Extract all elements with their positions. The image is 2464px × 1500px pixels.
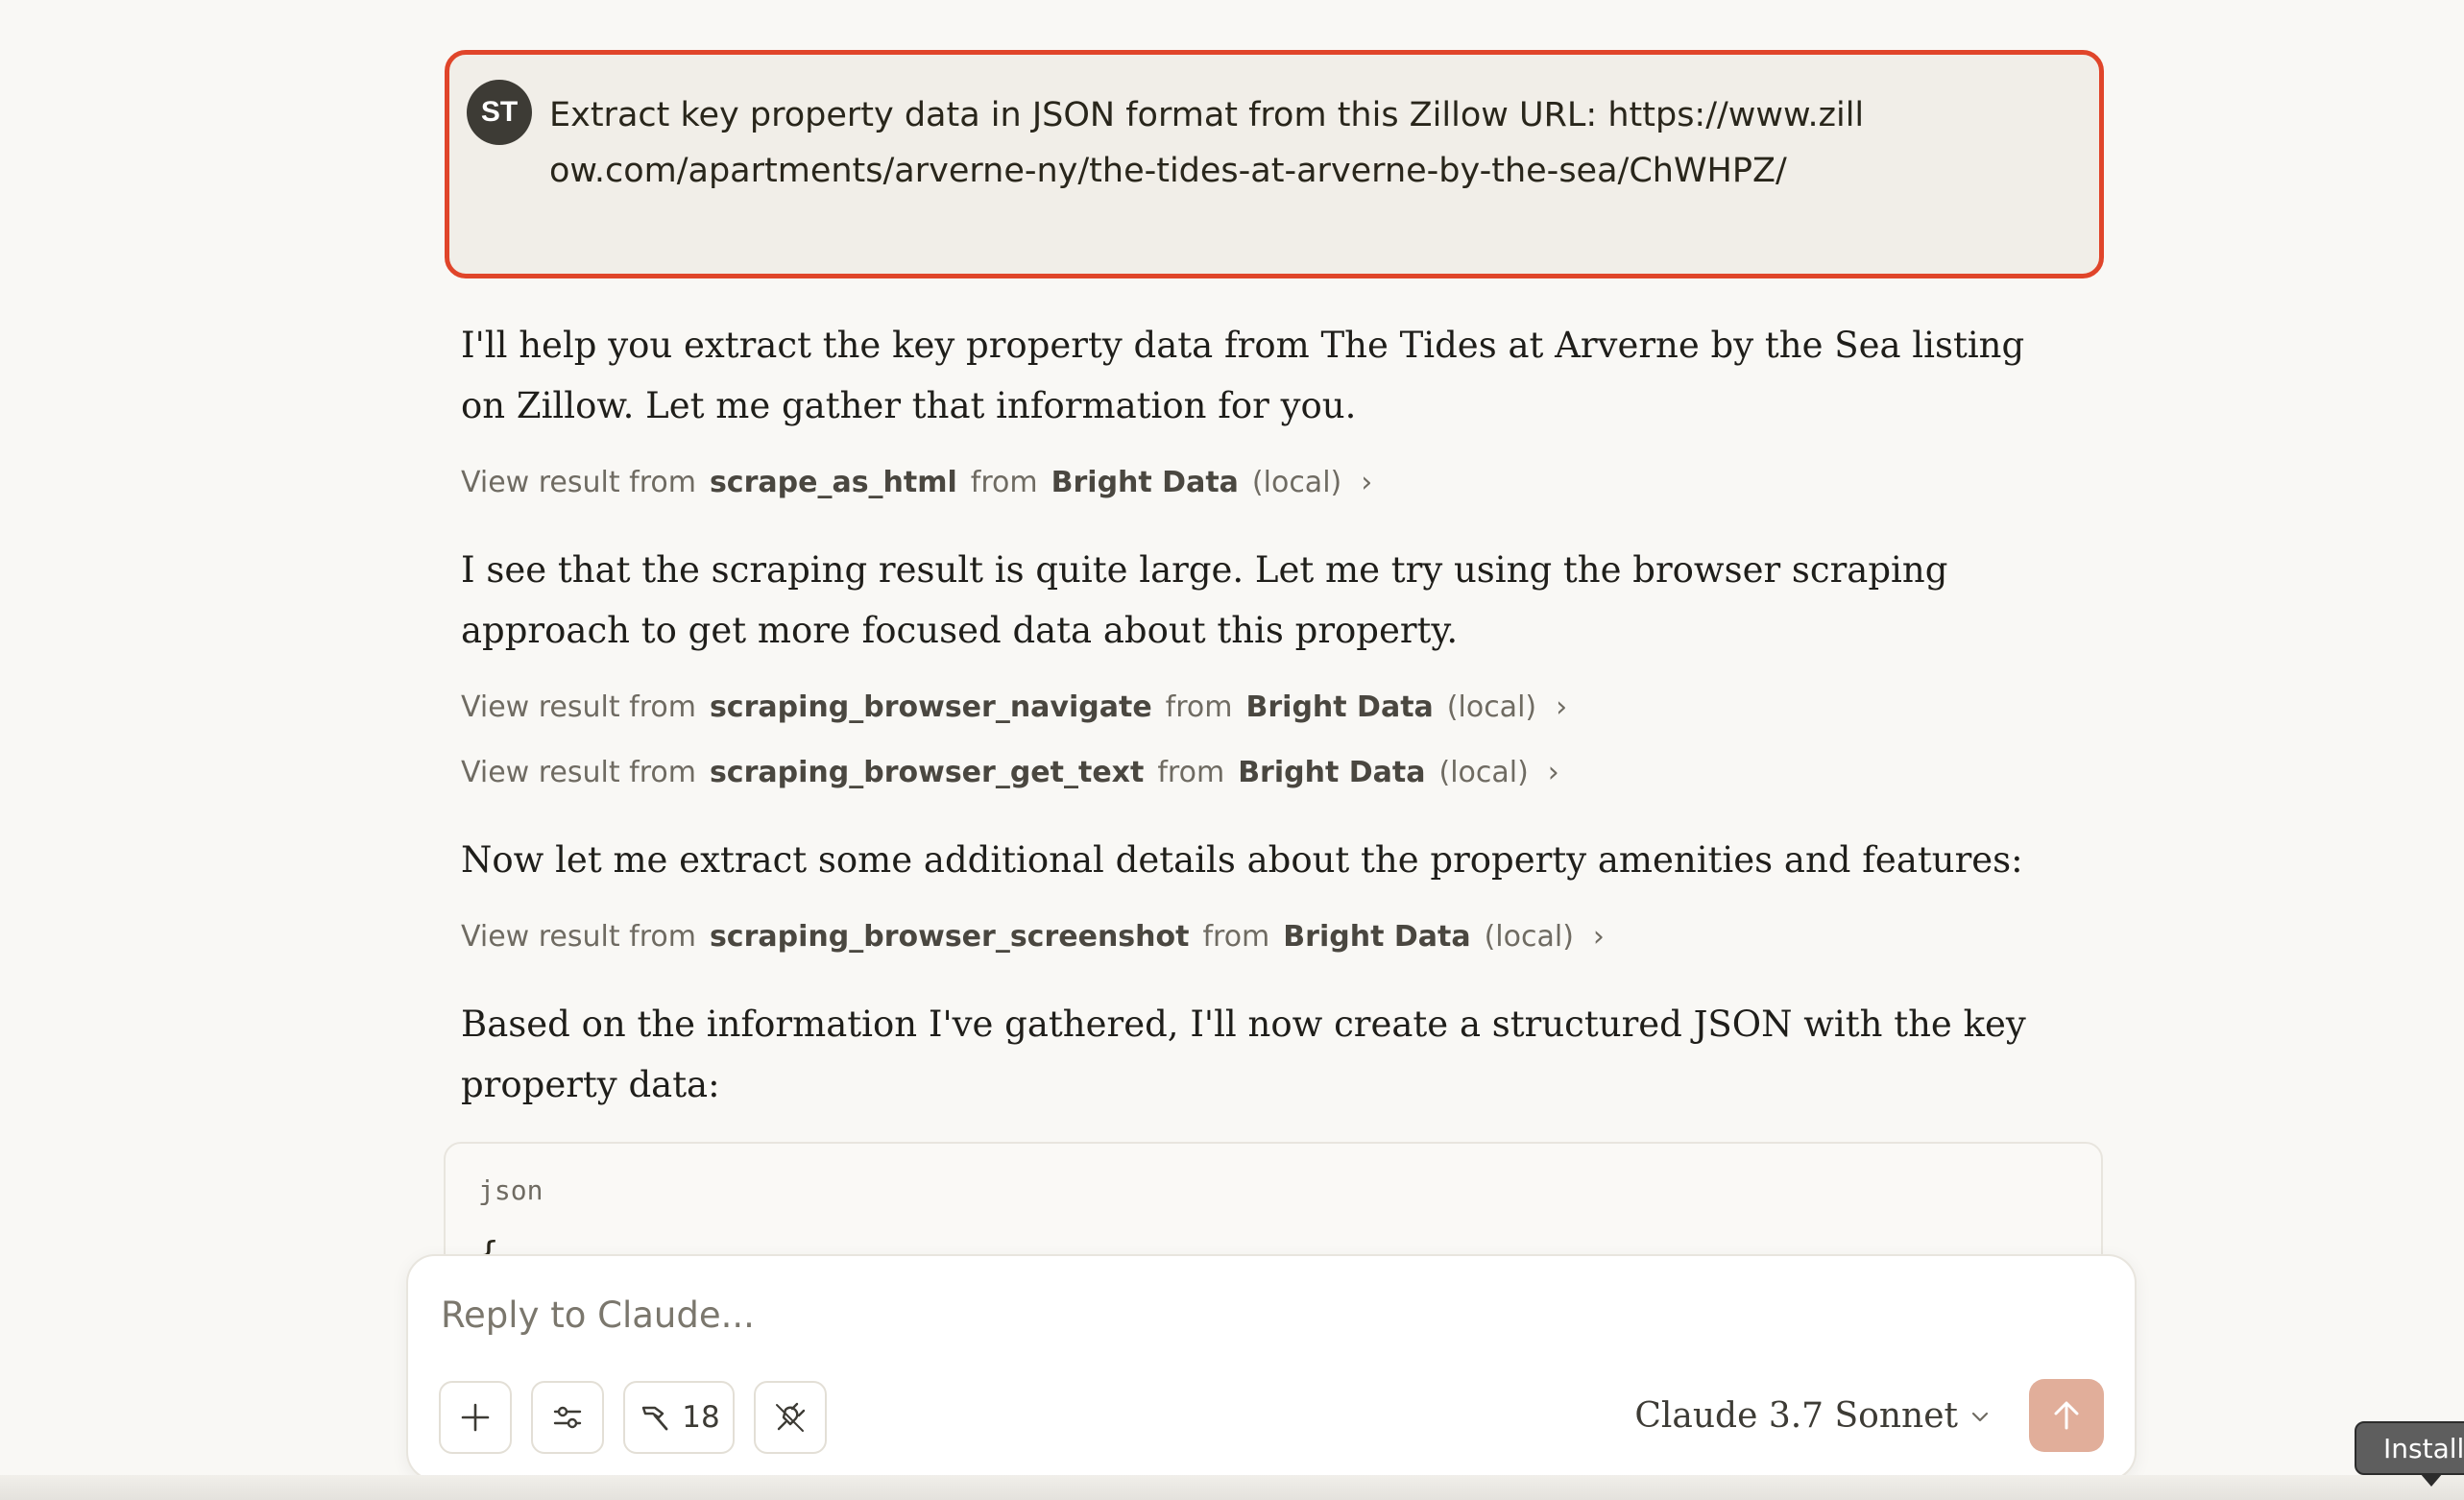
tool-from: from xyxy=(970,465,1038,499)
tooltip-tail xyxy=(2420,1473,2443,1487)
assistant-paragraph: I see that the scraping result is quite … xyxy=(461,549,1948,651)
tool-suffix: (local) xyxy=(1251,465,1342,499)
assistant-paragraph: Based on the information I've gathered, … xyxy=(461,1004,2026,1105)
tool-suffix: (local) xyxy=(1446,690,1537,724)
tool-prefix: View result from xyxy=(461,755,696,789)
tools-count: 18 xyxy=(682,1400,720,1435)
send-button[interactable] xyxy=(2029,1379,2104,1452)
tool-source: Bright Data xyxy=(1238,755,1426,789)
model-selector[interactable]: Claude 3.7 Sonnet xyxy=(1634,1396,1991,1436)
assistant-paragraph: I'll help you extract the key property d… xyxy=(461,325,2025,426)
chevron-right-icon: › xyxy=(1361,465,1373,499)
tool-name: scraping_browser_navigate xyxy=(709,690,1152,724)
hammer-icon xyxy=(642,1406,668,1431)
chevron-right-icon: › xyxy=(1547,755,1559,789)
arrow-up-icon xyxy=(2054,1401,2079,1430)
user-message: ST Extract key property data in JSON for… xyxy=(445,50,2104,278)
model-name: Claude 3.7 Sonnet xyxy=(1634,1396,1958,1436)
integrations-button[interactable] xyxy=(754,1381,827,1454)
tool-source: Bright Data xyxy=(1245,690,1434,724)
code-language-label: json xyxy=(478,1174,544,1206)
avatar: ST xyxy=(467,80,532,145)
tool-name: scraping_browser_screenshot xyxy=(709,919,1190,954)
conversation-thread: ST Extract key property data in JSON for… xyxy=(444,50,2104,1315)
tool-result-link[interactable]: View result from scraping_browser_screen… xyxy=(461,915,2046,957)
tool-source: Bright Data xyxy=(1283,919,1471,954)
user-message-text: Extract key property data in JSON format… xyxy=(549,96,1865,190)
tool-suffix: (local) xyxy=(1438,755,1529,789)
tool-prefix: View result from xyxy=(461,465,696,499)
tools-button[interactable]: 18 xyxy=(623,1381,735,1454)
chevron-right-icon: › xyxy=(1556,690,1568,724)
tool-suffix: (local) xyxy=(1484,919,1574,954)
tool-prefix: View result from xyxy=(461,919,696,954)
tool-result-link[interactable]: View result from scraping_browser_get_te… xyxy=(461,751,2046,793)
bottom-edge xyxy=(0,1475,2464,1500)
chevron-right-icon: › xyxy=(1592,919,1605,954)
reply-input[interactable] xyxy=(441,1294,1881,1336)
tool-source: Bright Data xyxy=(1051,465,1239,499)
installed-tooltip: Installed xyxy=(2355,1421,2464,1475)
tool-name: scraping_browser_get_text xyxy=(709,755,1145,789)
tool-prefix: View result from xyxy=(461,690,696,724)
options-button[interactable] xyxy=(531,1381,604,1454)
tool-from: from xyxy=(1165,690,1233,724)
plug-icon xyxy=(776,1402,806,1432)
tool-result-link[interactable]: View result from scrape_as_html from Bri… xyxy=(461,461,2046,503)
assistant-paragraph: Now let me extract some additional detai… xyxy=(461,839,2023,881)
assistant-message: I'll help you extract the key property d… xyxy=(444,315,2104,1315)
reply-composer: 18 Claude 3.7 Sonnet xyxy=(406,1254,2137,1481)
tool-result-link[interactable]: View result from scraping_browser_naviga… xyxy=(461,686,2046,728)
add-attachment-button[interactable] xyxy=(439,1381,512,1454)
sliders-icon xyxy=(553,1406,582,1429)
plus-icon xyxy=(461,1403,490,1432)
chevron-down-icon xyxy=(1971,1412,1989,1421)
tool-name: scrape_as_html xyxy=(709,465,957,499)
tool-from: from xyxy=(1157,755,1225,789)
tool-from: from xyxy=(1202,919,1270,954)
